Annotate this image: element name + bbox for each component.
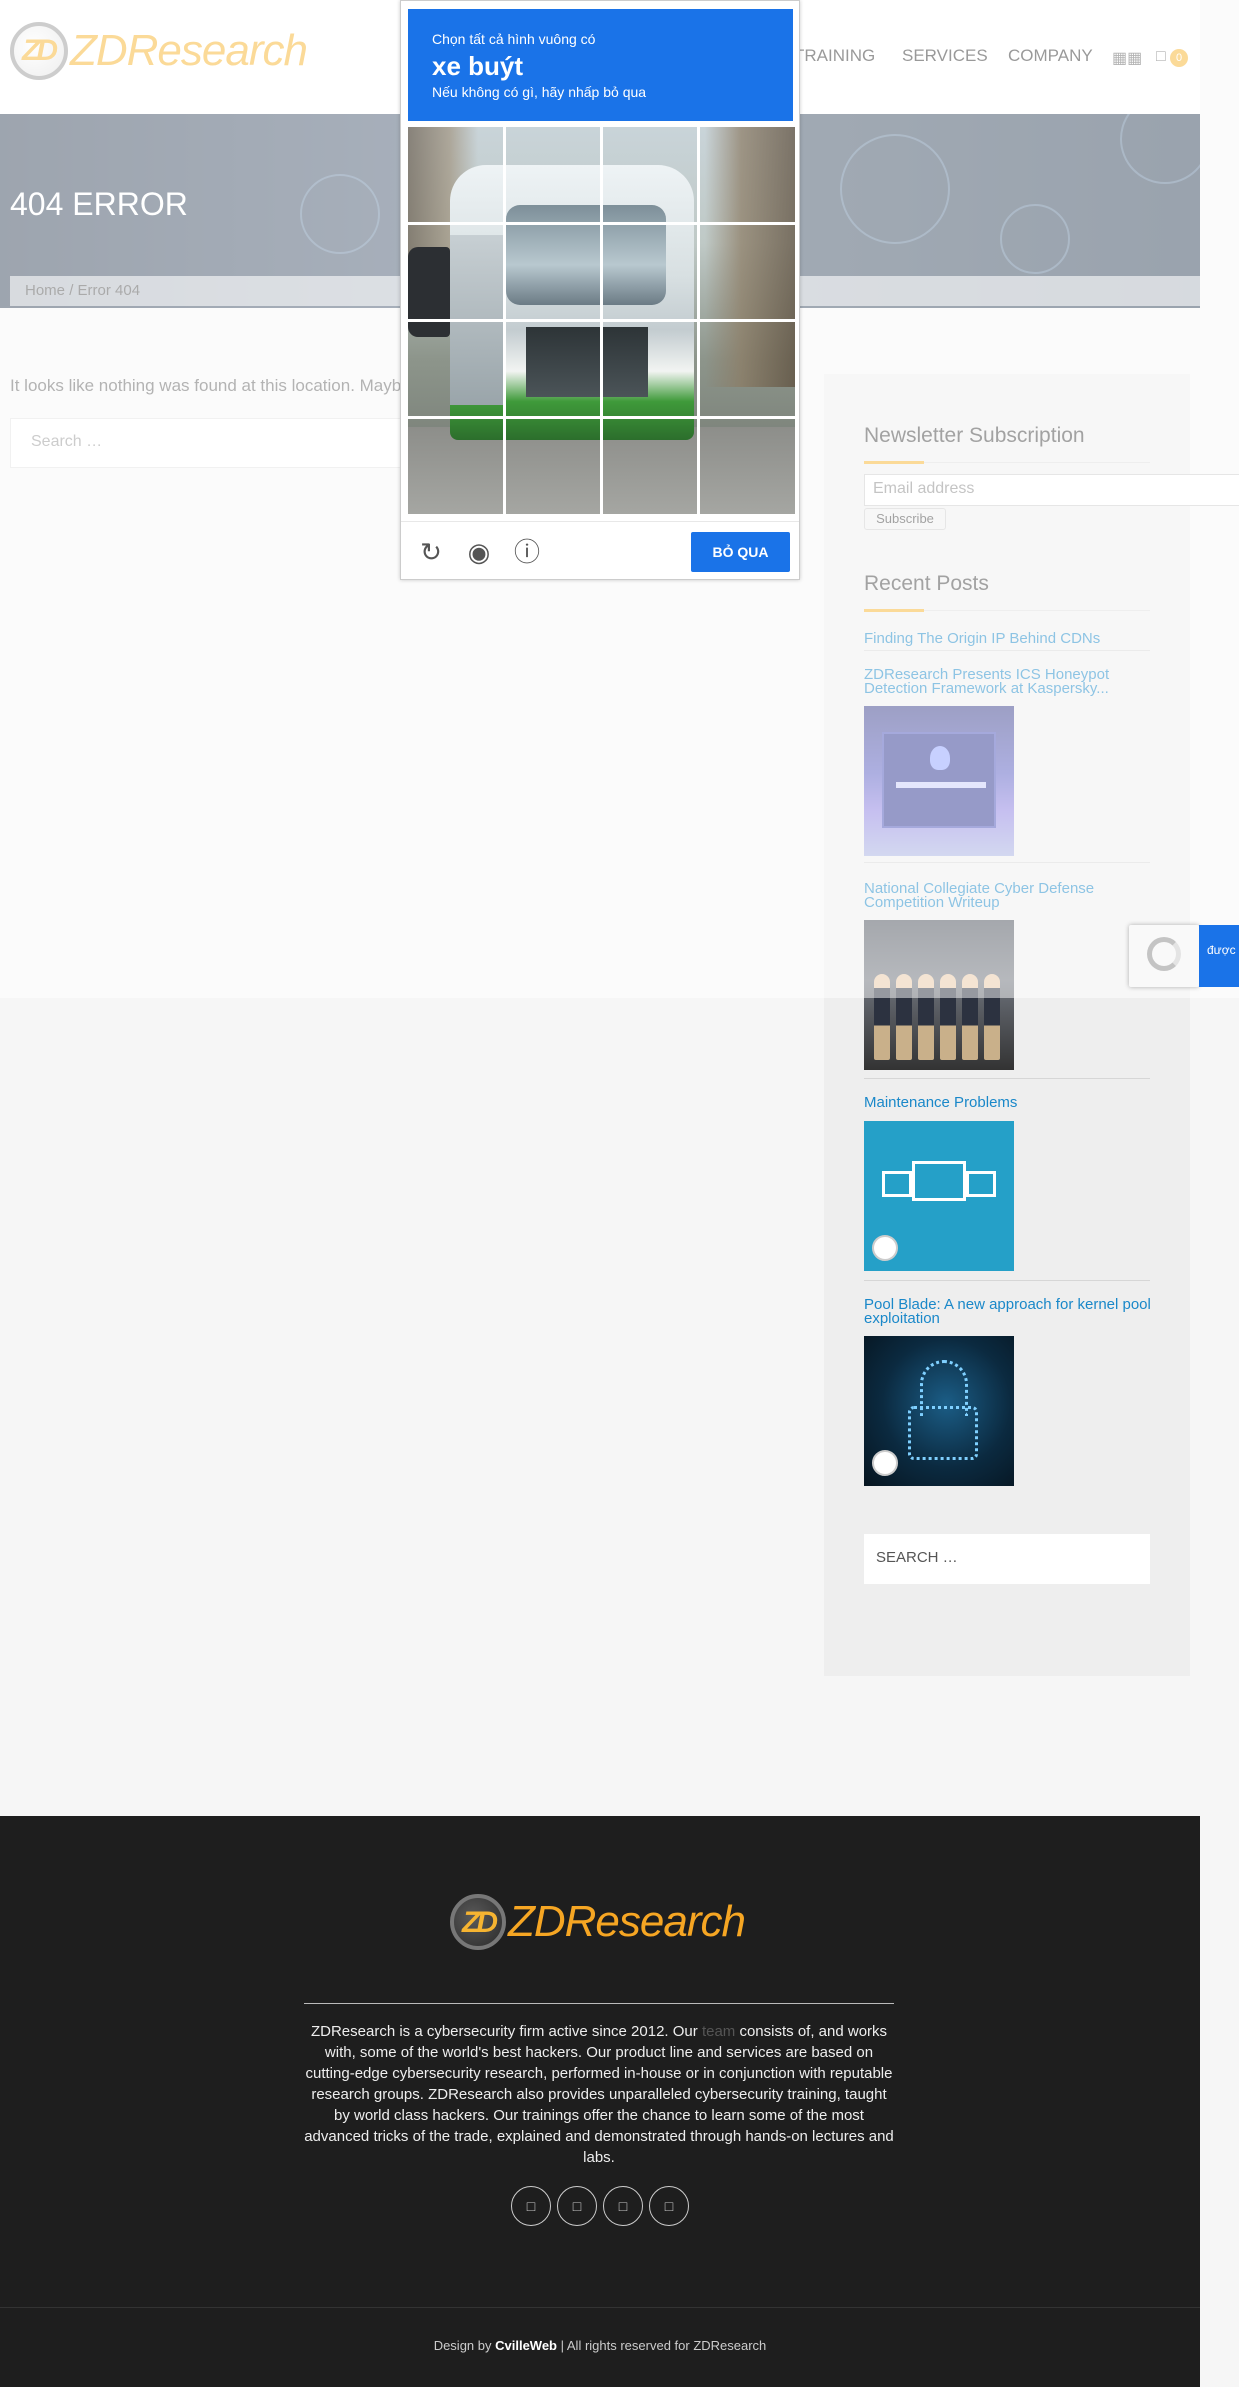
team-link[interactable]: team <box>702 2023 735 2040</box>
captcha-dialog: Chọn tất cả hình vuông có xe buýt Nếu kh… <box>400 0 800 580</box>
info-icon[interactable]: ⓘ <box>513 538 541 566</box>
linkedin-icon[interactable]: □ <box>603 2186 643 2226</box>
footer-divider <box>304 2003 894 2004</box>
facebook-icon[interactable]: □ <box>511 2186 551 2226</box>
sidebar-search-input[interactable]: SEARCH … <box>864 1534 1150 1584</box>
audio-icon[interactable]: ◉ <box>465 538 493 566</box>
post-thumb-maintenance[interactable] <box>864 1121 1014 1271</box>
captcha-target: xe buýt <box>432 51 524 81</box>
footer-credit: Design by CvilleWeb | All rights reserve… <box>0 2307 1200 2387</box>
site-footer: ZD ZDResearch ZDResearch is a cybersecur… <box>0 1816 1200 2387</box>
recaptcha-tab[interactable]: được <box>1199 925 1239 987</box>
credit-link[interactable]: CvilleWeb <box>495 2338 557 2353</box>
footer-logo[interactable]: ZD ZDResearch <box>450 1892 746 1952</box>
captcha-footer: ↻ ◉ ⓘ BỎ QUA <box>401 521 799 579</box>
twitter-icon[interactable]: □ <box>557 2186 597 2226</box>
recaptcha-logo-icon <box>1147 937 1181 971</box>
captcha-hint: Nếu không có gì, hãy nhấp bỏ qua <box>432 84 647 100</box>
captcha-image-grid[interactable] <box>408 127 795 514</box>
social-links: □ □ □ □ <box>511 2186 689 2226</box>
footer-about-text: ZDResearch is a cybersecurity firm activ… <box>304 2023 894 2166</box>
github-icon[interactable]: □ <box>649 2186 689 2226</box>
footer-logo-text: ZDResearch <box>508 1897 746 1946</box>
skip-button[interactable]: BỎ QUA <box>691 532 790 572</box>
captcha-prompt: Chọn tất cả hình vuông có <box>432 31 596 47</box>
post-link-maintenance[interactable]: Maintenance Problems <box>864 1096 1154 1112</box>
recaptcha-badge[interactable] <box>1129 925 1199 987</box>
reload-icon[interactable]: ↻ <box>417 538 445 566</box>
captcha-instructions: Chọn tất cả hình vuông có xe buýt Nếu kh… <box>408 9 793 121</box>
footer-logo-mark-icon: ZD <box>450 1894 506 1950</box>
post-thumb-pool-blade[interactable] <box>864 1336 1014 1486</box>
post-link-pool-blade[interactable]: Pool Blade: A new approach for kernel po… <box>864 1298 1154 1328</box>
